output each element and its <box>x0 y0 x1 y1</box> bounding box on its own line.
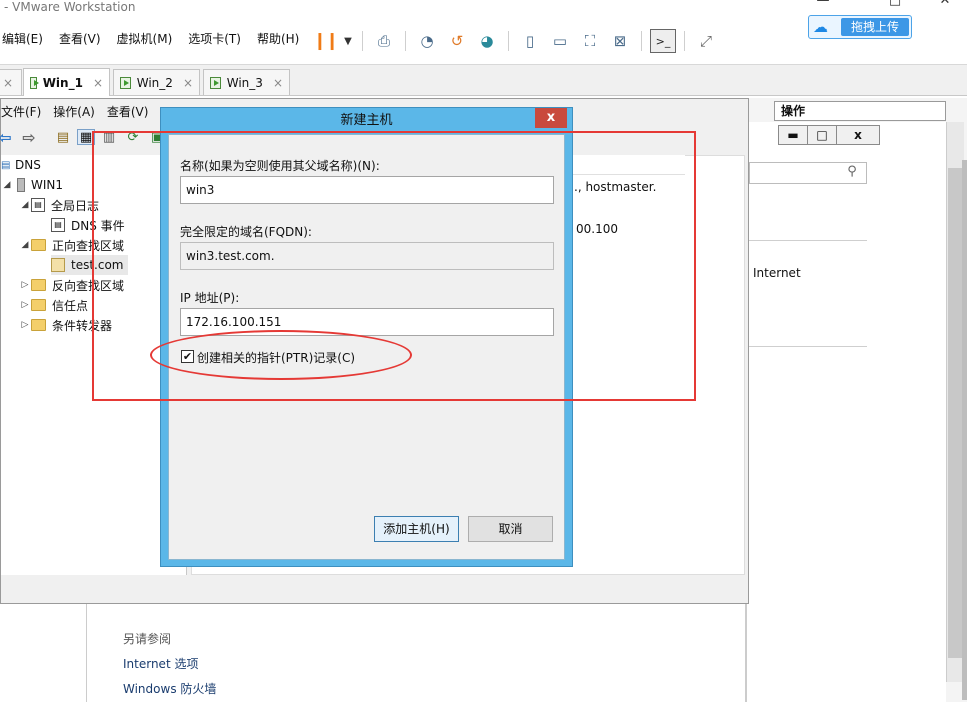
pause-icon[interactable]: ❙❙ <box>312 29 340 53</box>
console-icon[interactable]: >_ <box>650 29 676 53</box>
unity-icon[interactable]: ⊠ <box>607 29 633 53</box>
tab-close-icon[interactable]: × <box>273 76 283 90</box>
toolbar-divider <box>405 31 406 51</box>
cloud-icon: ☁ <box>813 18 828 36</box>
toolbar-divider <box>684 31 685 51</box>
menu-help[interactable]: 帮助(H) <box>249 24 307 54</box>
windows-firewall-link[interactable]: Windows 防火墙 <box>123 680 216 697</box>
snapshot-manager-icon[interactable]: ◕ <box>474 29 500 53</box>
tab-close-icon[interactable]: × <box>183 76 193 90</box>
minimize-icon[interactable]: — <box>808 0 838 12</box>
search-icon[interactable]: ⚲ <box>843 164 861 182</box>
toolbar-divider <box>508 31 509 51</box>
back-arrow-icon[interactable]: ⇦ <box>0 128 15 147</box>
sidebar-icon[interactable]: ▯ <box>517 29 543 53</box>
dns-icon: ▤ <box>1 159 11 171</box>
scrollbar-thumb[interactable] <box>948 168 962 658</box>
tab-close-icon[interactable]: × <box>93 76 103 90</box>
upload-button[interactable]: ☁ 拖拽上传 <box>808 15 912 39</box>
menu-tabs[interactable]: 选项卡(T) <box>180 24 249 54</box>
add-host-button[interactable]: 添加主机(H) <box>374 516 459 542</box>
expand-icon[interactable]: ▷ <box>19 280 31 290</box>
stretch-icon[interactable]: ⤢ <box>693 29 719 53</box>
vm-tab-label: Win_3 <box>226 75 263 90</box>
window-title: - VMware Workstation <box>4 0 136 14</box>
divider <box>746 240 867 241</box>
minimize-button[interactable]: ▬ <box>778 125 808 145</box>
menu-action[interactable]: 操作(A) <box>47 101 101 123</box>
see-also-heading: 另请参阅 <box>123 632 172 646</box>
event-log-icon: ▤ <box>31 198 45 212</box>
tree-item-global-logs[interactable]: ◢ ▤ 全局日志 <box>19 195 99 215</box>
folder-icon <box>31 239 46 251</box>
vm-tab-label: Win_1 <box>42 75 83 90</box>
vm-running-icon <box>30 76 39 89</box>
tree-label: DNS <box>15 158 41 172</box>
collapse-icon[interactable]: ◢ <box>19 240 31 250</box>
zone-icon <box>51 258 65 272</box>
vmware-toolbar: ❙❙ ▼ ⎙ ◔ ↺ ◕ ▯ ▭ ⛶ ⊠ >_ ⤢ <box>310 27 721 55</box>
dns-menubar: 文件(F) 操作(A) 查看(V) <box>1 101 154 123</box>
vm-tab-hidden[interactable]: × <box>0 69 22 95</box>
toolbar-divider <box>362 31 363 51</box>
folder-icon <box>31 319 46 331</box>
menu-file[interactable]: 文件(F) <box>1 101 47 123</box>
menu-vm[interactable]: 虚拟机(M) <box>109 24 181 54</box>
send-keys-icon[interactable]: ⎙ <box>371 29 397 53</box>
outer-scrollbar[interactable] <box>962 160 967 700</box>
expand-icon[interactable]: ▷ <box>19 300 31 310</box>
annotation-ellipse <box>150 330 412 380</box>
chevron-down-icon[interactable]: ▼ <box>342 29 354 53</box>
vm-tab-win1[interactable]: Win_1 × <box>23 68 110 96</box>
snapshot-icon[interactable]: ◔ <box>414 29 440 53</box>
up-folder-icon[interactable]: ▤ <box>53 128 73 146</box>
close-button[interactable]: x <box>836 125 880 145</box>
maximize-button[interactable]: □ <box>807 125 837 145</box>
expand-icon[interactable]: ▷ <box>19 320 31 330</box>
tab-close-icon[interactable]: × <box>3 76 13 90</box>
action-pane-body <box>746 122 946 702</box>
tree-item-win1[interactable]: ◢ WIN1 <box>1 175 63 195</box>
tree-item-dns[interactable]: ▤ DNS <box>1 155 41 175</box>
menu-edit[interactable]: 编辑(E) <box>0 24 51 54</box>
thumbnail-icon[interactable]: ▭ <box>547 29 573 53</box>
vmware-menubar: 编辑(E) 查看(V) 虚拟机(M) 选项卡(T) 帮助(H) <box>0 24 307 54</box>
revert-snapshot-icon[interactable]: ↺ <box>444 29 470 53</box>
vm-running-icon <box>210 76 221 89</box>
event-log-icon: ▤ <box>51 218 65 232</box>
upload-label: 拖拽上传 <box>841 18 910 36</box>
fullscreen-icon[interactable]: ⛶ <box>577 29 603 53</box>
dialog-close-button[interactable]: x <box>535 108 567 128</box>
forward-arrow-icon[interactable]: ⇨ <box>19 128 39 147</box>
collapse-icon[interactable]: ◢ <box>19 200 31 210</box>
action-pane-header: 操作 <box>774 101 946 121</box>
folder-icon <box>31 279 46 291</box>
collapse-icon[interactable]: ◢ <box>1 180 13 190</box>
maximize-icon[interactable]: □ <box>880 0 910 12</box>
vm-tab-win2[interactable]: Win_2 × <box>113 69 200 95</box>
cancel-button[interactable]: 取消 <box>468 516 553 542</box>
tree-label: WIN1 <box>31 178 64 192</box>
menu-view[interactable]: 查看(V) <box>51 24 109 54</box>
menu-view[interactable]: 查看(V) <box>101 101 155 123</box>
vm-running-icon <box>120 76 131 89</box>
divider <box>746 346 867 347</box>
internet-text: Internet <box>753 266 801 280</box>
toolbar-divider <box>641 31 642 51</box>
vm-tab-label: Win_2 <box>136 75 173 90</box>
folder-icon <box>31 299 46 311</box>
vm-tab-win3[interactable]: Win_3 × <box>203 69 290 95</box>
vm-tab-bar: × Win_1 × Win_2 × Win_3 × <box>0 64 967 96</box>
server-icon <box>17 178 25 192</box>
close-icon[interactable]: ✕ <box>930 0 960 12</box>
tree-item-trust-points[interactable]: ▷ 信任点 <box>19 295 88 315</box>
internet-options-link[interactable]: Internet 选项 <box>123 655 198 672</box>
tree-label: 信任点 <box>52 298 89 313</box>
